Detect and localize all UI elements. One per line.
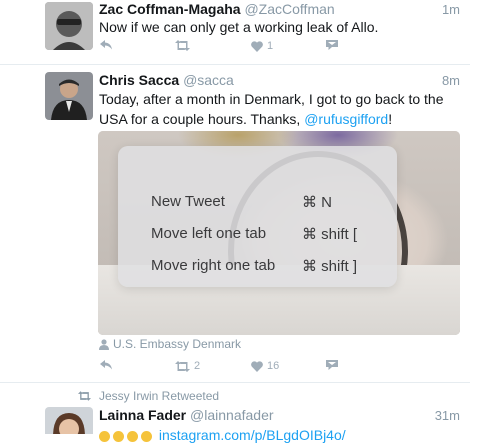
- shortcut-label: Move left one tab: [151, 225, 267, 242]
- reply-icon: [100, 360, 112, 370]
- author-handle[interactable]: @lainnafader: [190, 407, 274, 423]
- shortcut-keys: ⌘ shift [: [302, 226, 358, 243]
- divider: [0, 382, 470, 383]
- author-name[interactable]: Zac Coffman-Magaha: [99, 1, 241, 17]
- retweet-icon: [175, 40, 190, 51]
- timestamp[interactable]: 31m: [435, 408, 460, 423]
- retweet-context[interactable]: Jessy Irwin Retweeted: [78, 389, 219, 403]
- tweet-text-fragment: USA for a couple hours. Thanks,: [99, 111, 301, 127]
- retweet-button[interactable]: [175, 40, 190, 51]
- tweet-text-line: Today, after a month in Denmark, I got t…: [99, 91, 444, 107]
- retweeted-by-label: Jessy Irwin Retweeted: [99, 389, 220, 403]
- author-handle[interactable]: @ZacCoffman: [244, 1, 334, 17]
- divider: [0, 64, 470, 65]
- tweet-text-line: USA for a couple hours. Thanks, @rufusgi…: [99, 109, 443, 129]
- dm-button[interactable]: [326, 360, 338, 370]
- tweet-text: instagram.com/p/BLgdOIBj4o/: [99, 427, 346, 443]
- retweet-icon: [175, 360, 190, 372]
- shortcut-label: Move right one tab: [151, 257, 276, 274]
- author-handle[interactable]: @sacca: [183, 72, 234, 88]
- emoji-icon: [127, 430, 138, 442]
- like-button[interactable]: 16: [251, 360, 279, 372]
- shortcut-keys: ⌘ shift ]: [302, 258, 358, 275]
- tweet-text: Today, after a month in Denmark, I got t…: [99, 89, 443, 129]
- timestamp[interactable]: 8m: [442, 73, 460, 88]
- heart-icon: [251, 360, 263, 372]
- message-icon: [326, 360, 338, 370]
- mention-link[interactable]: @rufusgifford: [304, 111, 388, 127]
- emoji-icon: [141, 430, 152, 442]
- instagram-link[interactable]: instagram.com/p/BLgdOIBj4o/: [159, 427, 346, 443]
- like-count: 16: [267, 360, 280, 372]
- reply-button[interactable]: [100, 360, 112, 370]
- author-name[interactable]: Chris Sacca: [99, 72, 179, 88]
- avatar[interactable]: [45, 407, 93, 434]
- tweet-text-fragment: !: [388, 111, 393, 127]
- reply-button[interactable]: [100, 40, 112, 50]
- shortcut-keys: ⌘ N: [302, 194, 332, 211]
- avatar[interactable]: [45, 72, 93, 120]
- like-button[interactable]: 1: [251, 40, 273, 52]
- dm-button[interactable]: [326, 40, 338, 50]
- message-icon: [326, 40, 338, 50]
- retweet-button[interactable]: 2: [175, 360, 200, 372]
- person-icon: [99, 338, 109, 350]
- tweet-actions: 2 16: [99, 360, 359, 376]
- tweet-header: Chris Sacca @sacca: [99, 72, 234, 88]
- shortcut-label: New Tweet: [151, 193, 225, 210]
- location-tag[interactable]: U.S. Embassy Denmark: [99, 337, 241, 351]
- tweet-text: Now if we can only get a working leak of…: [99, 19, 379, 35]
- retweet-count: 2: [194, 360, 201, 372]
- reply-icon: [100, 40, 112, 50]
- retweet-icon: [78, 391, 91, 401]
- tweet-header: Zac Coffman-Magaha @ZacCoffman: [99, 1, 335, 17]
- emoji-icon: [99, 430, 110, 442]
- keyboard-shortcuts-overlay: New Tweet ⌘ N Move left one tab ⌘ shift …: [118, 146, 397, 287]
- emoji-icon: [113, 430, 124, 442]
- location-name: U.S. Embassy Denmark: [113, 337, 242, 351]
- author-name[interactable]: Lainna Fader: [99, 407, 186, 423]
- tweet-photo[interactable]: New Tweet ⌘ N Move left one tab ⌘ shift …: [98, 131, 460, 335]
- heart-icon: [251, 40, 263, 52]
- tweet-header: Lainna Fader @lainnafader: [99, 407, 274, 423]
- tweet-actions: 1: [99, 40, 359, 56]
- like-count: 1: [267, 40, 274, 52]
- avatar[interactable]: [45, 2, 93, 50]
- timestamp[interactable]: 1m: [442, 2, 460, 17]
